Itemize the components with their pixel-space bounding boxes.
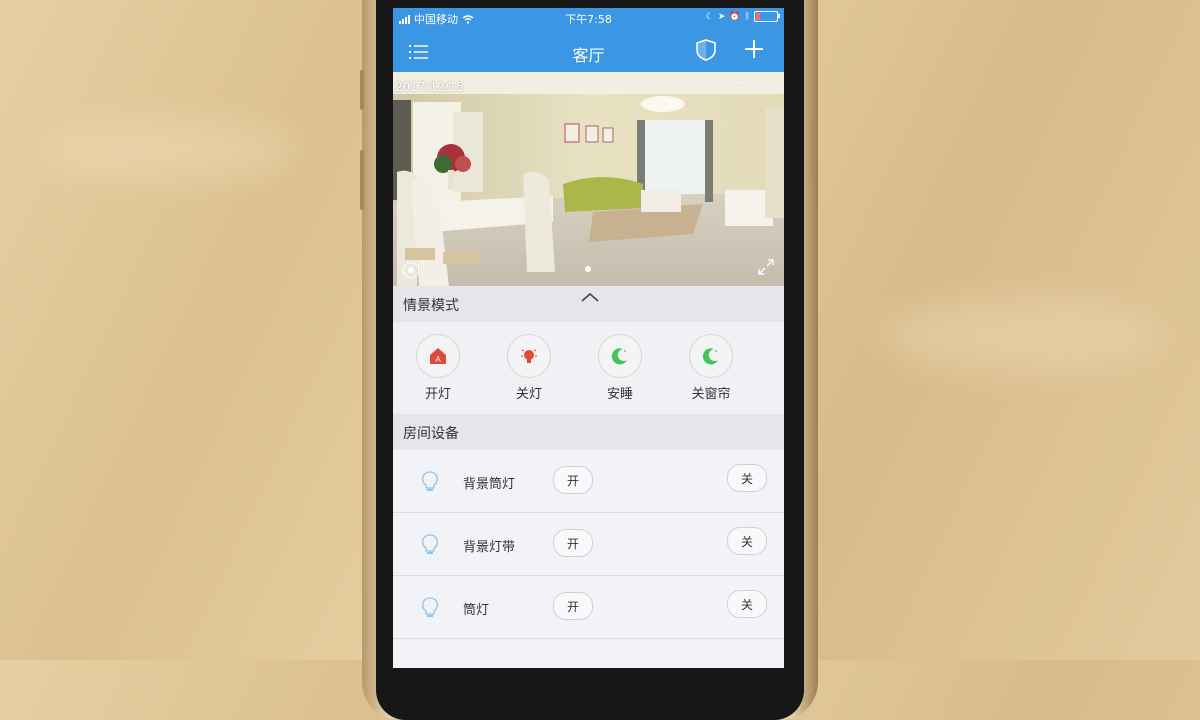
status-bar: 中国移动 下午7:58 ☾ ➤ ⏰ ᛒ	[393, 8, 784, 28]
bulb-off-icon	[521, 349, 537, 363]
moon-status-icon: ☾	[705, 11, 714, 22]
location-icon: ➤	[717, 11, 726, 22]
scene-button[interactable]	[507, 334, 551, 378]
moon-icon	[611, 348, 627, 365]
bulb-icon	[422, 471, 438, 491]
scene-label: 关灯	[515, 387, 542, 402]
scene-section-header: 情景模式	[393, 286, 784, 322]
scene-button[interactable]	[689, 334, 733, 378]
scene-label: 关窗帘	[691, 387, 731, 402]
alarm-icon: ⏰	[729, 11, 741, 22]
record-icon[interactable]	[403, 262, 419, 278]
device-row: 背景灯带 开 关	[393, 513, 784, 576]
power-button	[812, 120, 816, 180]
camera-feed[interactable]: 2017/12/15 ⋯⋯	[393, 72, 784, 286]
device-section-title: 房间设备	[403, 426, 459, 442]
device-row-partial	[393, 639, 784, 668]
phone-screen: 中国移动 下午7:58 ☾ ➤ ⏰ ᛒ 客厅 2017/12/15 ⋯⋯ 情景模…	[393, 8, 784, 668]
bulb-icon	[422, 597, 438, 617]
device-name: 筒灯	[463, 603, 490, 618]
volume-button	[360, 150, 364, 210]
scene-button[interactable]: A	[416, 334, 460, 378]
scene-section-title: 情景模式	[403, 298, 459, 314]
turn-off-button[interactable]: 关	[727, 527, 767, 555]
turn-on-button[interactable]: 开	[553, 529, 593, 557]
shield-icon[interactable]	[695, 38, 717, 62]
status-icons: ☾ ➤ ⏰ ᛒ	[705, 11, 780, 22]
turn-off-button[interactable]: 关	[727, 590, 767, 618]
home-light-icon: A	[430, 348, 446, 364]
bluetooth-icon: ᛒ	[744, 11, 750, 22]
header-bar: 中国移动 下午7:58 ☾ ➤ ⏰ ᛒ 客厅	[393, 8, 784, 72]
device-row: 筒灯 开 关	[393, 576, 784, 639]
turn-on-button[interactable]: 开	[553, 466, 593, 494]
battery-icon	[754, 11, 780, 22]
page-indicator-dot	[585, 266, 591, 272]
nav-bar: 客厅	[393, 30, 784, 72]
scene-list: A 开灯 关灯 安睡 关窗帘	[393, 322, 784, 414]
device-list: 背景筒灯 开 关 背景灯带 开 关 筒灯 开 关	[393, 450, 784, 668]
chevron-up-icon[interactable]	[581, 292, 599, 302]
scene-label: 开灯	[424, 387, 451, 402]
device-name: 背景筒灯	[463, 477, 516, 492]
background-wall-highlight	[880, 300, 1160, 370]
scene-label: 安睡	[606, 387, 633, 402]
page-title: 客厅	[572, 46, 605, 65]
fullscreen-icon[interactable]	[757, 258, 775, 276]
camera-date: 2017/12/15	[395, 80, 465, 94]
plus-icon[interactable]	[743, 38, 765, 60]
volume-button	[360, 70, 364, 110]
camera-menu-icon[interactable]: ⋯⋯	[735, 78, 757, 89]
svg-text:A: A	[435, 355, 441, 364]
scene-button[interactable]	[598, 334, 642, 378]
bulb-icon	[422, 534, 438, 554]
scene-sleep[interactable]: 安睡	[590, 334, 650, 402]
scene-close-curtain[interactable]: 关窗帘	[681, 334, 741, 402]
scene-lights-off[interactable]: 关灯	[499, 334, 559, 402]
background-wall	[40, 120, 300, 180]
turn-off-button[interactable]: 关	[727, 464, 767, 492]
battery-fill	[756, 13, 760, 20]
device-name: 背景灯带	[463, 540, 516, 555]
turn-on-button[interactable]: 开	[553, 592, 593, 620]
scene-lights-on[interactable]: A 开灯	[408, 334, 468, 402]
living-room-image	[393, 72, 784, 286]
device-section-header: 房间设备	[393, 414, 784, 450]
moon-icon	[702, 348, 718, 365]
device-row: 背景筒灯 开 关	[393, 450, 784, 513]
